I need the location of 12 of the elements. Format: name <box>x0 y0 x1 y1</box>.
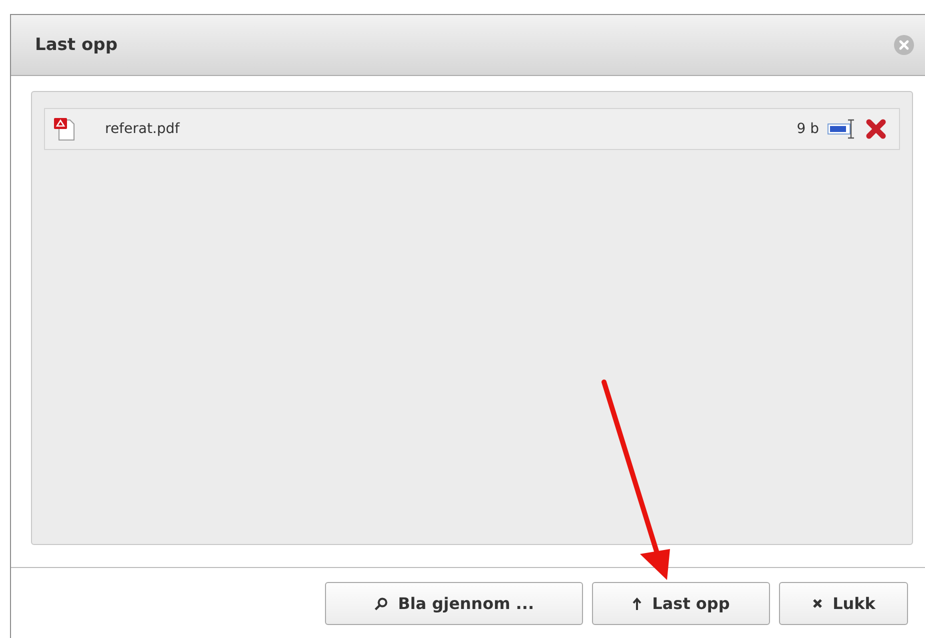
rename-field-icon[interactable] <box>827 118 857 140</box>
delete-icon[interactable] <box>865 118 887 140</box>
close-button[interactable]: Lukk <box>779 582 908 625</box>
file-name: referat.pdf <box>105 121 180 137</box>
dialog-title: Last opp <box>35 35 118 55</box>
upload-button[interactable]: Last opp <box>592 582 770 625</box>
search-icon <box>374 596 388 610</box>
close-icon <box>812 598 823 609</box>
browse-button[interactable]: Bla gjennom ... <box>325 582 583 625</box>
file-size: 9 b <box>796 121 819 137</box>
up-arrow-icon <box>632 596 642 610</box>
pdf-file-icon <box>53 117 75 141</box>
